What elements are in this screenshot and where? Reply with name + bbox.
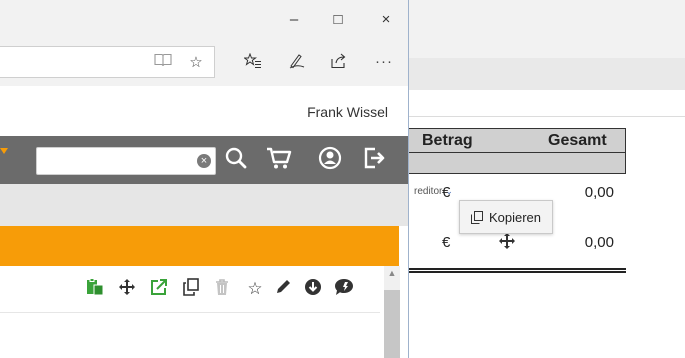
background-filter-strip: reditor ⌄ [408, 90, 685, 197]
item-action-toolbar: ☆ [0, 266, 380, 313]
table-header: Betrag Gesamt [408, 128, 626, 174]
share-icon[interactable] [330, 53, 350, 69]
breadcrumb-band [0, 184, 408, 226]
clear-search-icon[interactable]: × [197, 154, 211, 168]
scrollbar-thumb[interactable] [384, 290, 400, 358]
orange-accent-corner [0, 148, 8, 156]
cart-icon[interactable] [266, 146, 294, 174]
favorites-hub-icon[interactable] [244, 53, 264, 69]
maximize-button[interactable]: □ [326, 10, 350, 30]
row-value: 0,00 [584, 234, 614, 251]
column-header-betrag: Betrag [422, 132, 473, 149]
currency-symbol: € [442, 184, 451, 201]
external-link-icon[interactable] [150, 278, 172, 300]
comment-icon[interactable] [334, 278, 356, 300]
search-icon[interactable] [224, 146, 252, 174]
pencil-icon[interactable] [274, 278, 296, 300]
reading-view-icon[interactable] [154, 53, 174, 67]
total-double-rule [408, 268, 626, 273]
currency-symbol: € [442, 234, 451, 251]
favorite-star-icon[interactable]: ☆ [186, 53, 206, 71]
address-bar[interactable] [0, 46, 215, 78]
copy-icon[interactable] [182, 278, 204, 300]
star-icon[interactable]: ☆ [244, 278, 266, 300]
minimize-button[interactable]: – [282, 10, 306, 30]
paste-icon[interactable] [86, 278, 108, 300]
user-name[interactable]: Frank Wissel [307, 104, 388, 120]
row-value: 0,00 [584, 184, 614, 201]
user-row: Frank Wissel [0, 86, 408, 136]
move-cursor-icon [498, 232, 516, 250]
top-navigation-bar: × [0, 136, 408, 184]
trash-icon[interactable] [214, 278, 236, 300]
table-row: € 0,00 [408, 234, 626, 264]
tooltip-label: Kopieren [488, 209, 542, 225]
close-button[interactable]: × [374, 10, 398, 30]
background-titlebar [408, 0, 685, 59]
more-icon[interactable]: ··· [374, 53, 394, 70]
copy-tooltip[interactable]: Kopieren [459, 200, 553, 234]
background-window: reditor ⌄ Betrag Gesamt € 0,00 € 0,00 Kop… [408, 0, 685, 358]
download-icon[interactable] [304, 278, 326, 300]
search-input[interactable]: × [36, 147, 216, 175]
title-bar: – □ × [0, 0, 408, 40]
copy-icon [470, 210, 483, 224]
scroll-up-icon[interactable]: ▲ [384, 268, 400, 282]
header-divider [408, 152, 625, 153]
pen-icon[interactable] [288, 53, 308, 69]
background-toolbar [408, 58, 685, 91]
address-toolbar: ☆ ··· [0, 40, 408, 87]
logout-icon[interactable] [362, 146, 390, 174]
column-header-gesamt: Gesamt [548, 132, 607, 149]
account-icon[interactable] [318, 146, 346, 174]
move-icon[interactable] [118, 278, 140, 300]
section-header-bar [0, 226, 399, 266]
browser-window: – □ × ☆ ··· Frank Wissel × ☆ ▲ [0, 0, 409, 358]
